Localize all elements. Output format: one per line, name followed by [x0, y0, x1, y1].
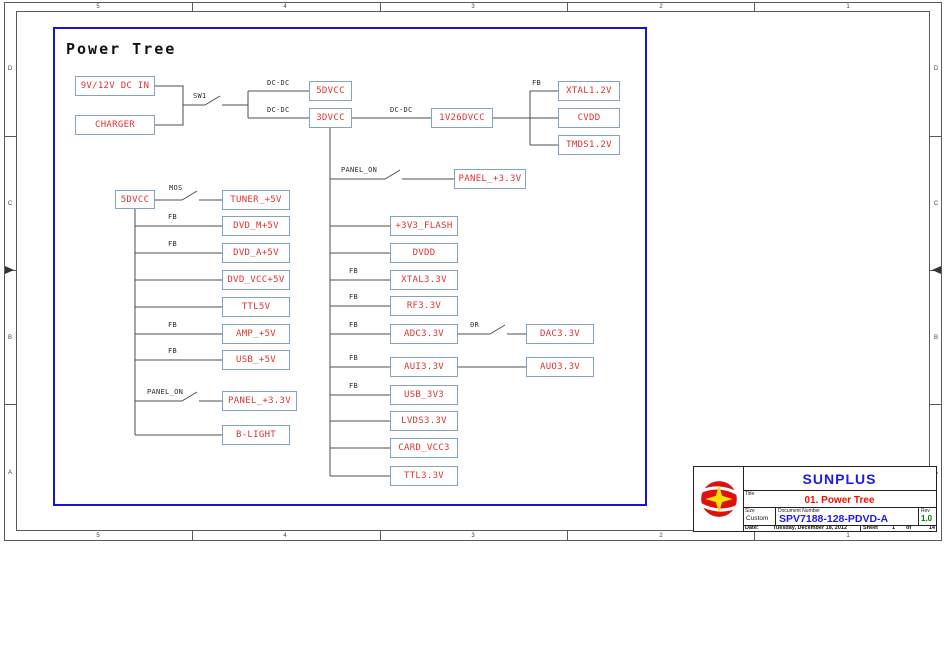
zone-bottom-1: 1: [846, 533, 849, 539]
wire-annotation: DC-DC: [390, 107, 413, 114]
zone-top-5: 5: [96, 4, 99, 10]
document-number-value: SPV7188-128-PDVD-A: [779, 513, 888, 525]
zone-bottom-4: 4: [283, 533, 286, 539]
wire-annotation: FB: [349, 355, 358, 362]
date-value: Tuesday, December 18, 2012: [761, 525, 859, 531]
zone-left-C: C: [8, 201, 12, 207]
rev-cell: Rev 1.0: [919, 508, 936, 525]
sunplus-logo-icon: [698, 478, 740, 520]
node-5dvcc-main: 5DVCC: [309, 81, 352, 101]
node-dac3v3: DAC3.3V: [526, 324, 594, 344]
zone-right-D: D: [934, 66, 938, 72]
wire-annotation: FB: [168, 241, 177, 248]
node-1v26dvcc: 1V26DVCC: [431, 108, 493, 128]
sheet-label: Sheet: [863, 525, 878, 531]
node-xtal3v3: XTAL3.3V: [390, 270, 458, 290]
title-block: SUNPLUS Title 01. Power Tree Size Custom…: [693, 466, 937, 532]
node-adc3v3: ADC3.3V: [390, 324, 458, 344]
wire-annotation: DC-DC: [267, 107, 290, 114]
node-auo3v3: AUO3.3V: [526, 357, 594, 377]
wire-annotation: FB: [168, 348, 177, 355]
rev-value: 1.0: [921, 514, 932, 523]
zone-left-D: D: [8, 66, 12, 72]
node-3dvcc: 3DVCC: [309, 108, 352, 128]
wire-annotation: FB: [349, 322, 358, 329]
zone-top-2: 2: [659, 4, 662, 10]
zone-top-4: 4: [283, 4, 286, 10]
diagram-title: Power Tree: [66, 40, 176, 58]
date-label: Date:: [745, 525, 759, 531]
node-tuner5v: TUNER_+5V: [222, 190, 290, 210]
schematic-page: 5432154321DCBADCBA Power Tree 9V/12V DC …: [0, 0, 950, 672]
node-b-light: B-LIGHT: [222, 425, 290, 445]
node-aui3v3: AUI3.3V: [390, 357, 458, 377]
node-xtal1v2: XTAL1.2V: [558, 81, 620, 101]
wire-annotation: FB: [349, 268, 358, 275]
node-tmds1v2: TMDS1.2V: [558, 135, 620, 155]
node-dc-in: 9V/12V DC IN: [75, 76, 155, 96]
wire-annotation: PANEL_ON: [147, 389, 183, 396]
node-usb-3v3: USB_3V3: [390, 385, 458, 405]
wire-annotation: PANEL_ON: [341, 167, 377, 174]
sheet-title: 01. Power Tree: [743, 495, 936, 506]
wire-annotation: FB: [168, 322, 177, 329]
date-row: Date: Tuesday, December 18, 2012 Sheet 1…: [743, 525, 936, 531]
center-mark-right-icon: [932, 266, 941, 274]
wire-annotation: MOS: [169, 185, 183, 192]
wire-annotation: DC-DC: [267, 80, 290, 87]
node-panel3v3-left: PANEL_+3.3V: [222, 391, 297, 411]
node-ttl5v: TTL5V: [222, 297, 290, 317]
zone-bottom-2: 2: [659, 533, 662, 539]
node-amp5v: AMP_+5V: [222, 324, 290, 344]
sheet-cell: Sheet 1 of 14: [861, 525, 936, 531]
size-value: Custom: [746, 515, 768, 522]
sheet-of-label: of: [906, 525, 911, 531]
node-usb5v: USB_+5V: [222, 350, 290, 370]
size-label: Size: [745, 509, 755, 514]
node-dvdd: DVDD: [390, 243, 458, 263]
sheet-total: 14: [929, 525, 935, 531]
node-rf3v3: RF3.3V: [390, 296, 458, 316]
node-dvd-vcc5v: DVD_VCC+5V: [222, 270, 290, 290]
docnum-row: Size Custom Document Number SPV7188-128-…: [743, 508, 936, 526]
size-cell: Size Custom: [743, 508, 776, 525]
wire-annotation: FB: [349, 383, 358, 390]
node-3v3-flash: +3V3_FLASH: [390, 216, 458, 236]
node-dvd-a5v: DVD_A+5V: [222, 243, 290, 263]
wire-annotation: 0R: [470, 322, 479, 329]
node-lvds3v3: LVDS3.3V: [390, 411, 458, 431]
zone-top-1: 1: [846, 4, 849, 10]
wire-annotation: FB: [168, 214, 177, 221]
zone-bottom-3: 3: [471, 533, 474, 539]
wire-annotation: FB: [349, 294, 358, 301]
node-charger: CHARGER: [75, 115, 155, 135]
logo-cell: [694, 467, 744, 531]
wire-annotation: FB: [532, 80, 541, 87]
document-number-cell: Document Number SPV7188-128-PDVD-A: [776, 508, 919, 525]
company-name: SUNPLUS: [803, 471, 877, 487]
zone-right-B: B: [934, 335, 938, 341]
sheet-number: 1: [892, 525, 895, 531]
wire-annotation: SW1: [193, 93, 207, 100]
node-card-vcc3: CARD_VCC3: [390, 438, 458, 458]
zone-bottom-5: 5: [96, 533, 99, 539]
zone-left-A: A: [8, 470, 12, 476]
node-panel3v3-top: PANEL_+3.3V: [454, 169, 526, 189]
zone-top-3: 3: [471, 4, 474, 10]
node-ttl3v3: TTL3.3V: [390, 466, 458, 486]
title-row: Title 01. Power Tree: [743, 491, 936, 508]
center-mark-left-icon: [5, 266, 14, 274]
company-row: SUNPLUS: [743, 467, 936, 491]
node-5dvcc-left: 5DVCC: [115, 190, 155, 209]
zone-left-B: B: [8, 335, 12, 341]
node-cvdd: CVDD: [558, 108, 620, 128]
node-dvd-m5v: DVD_M+5V: [222, 216, 290, 236]
zone-right-C: C: [934, 201, 938, 207]
date-cell: Date: Tuesday, December 18, 2012: [743, 525, 861, 531]
